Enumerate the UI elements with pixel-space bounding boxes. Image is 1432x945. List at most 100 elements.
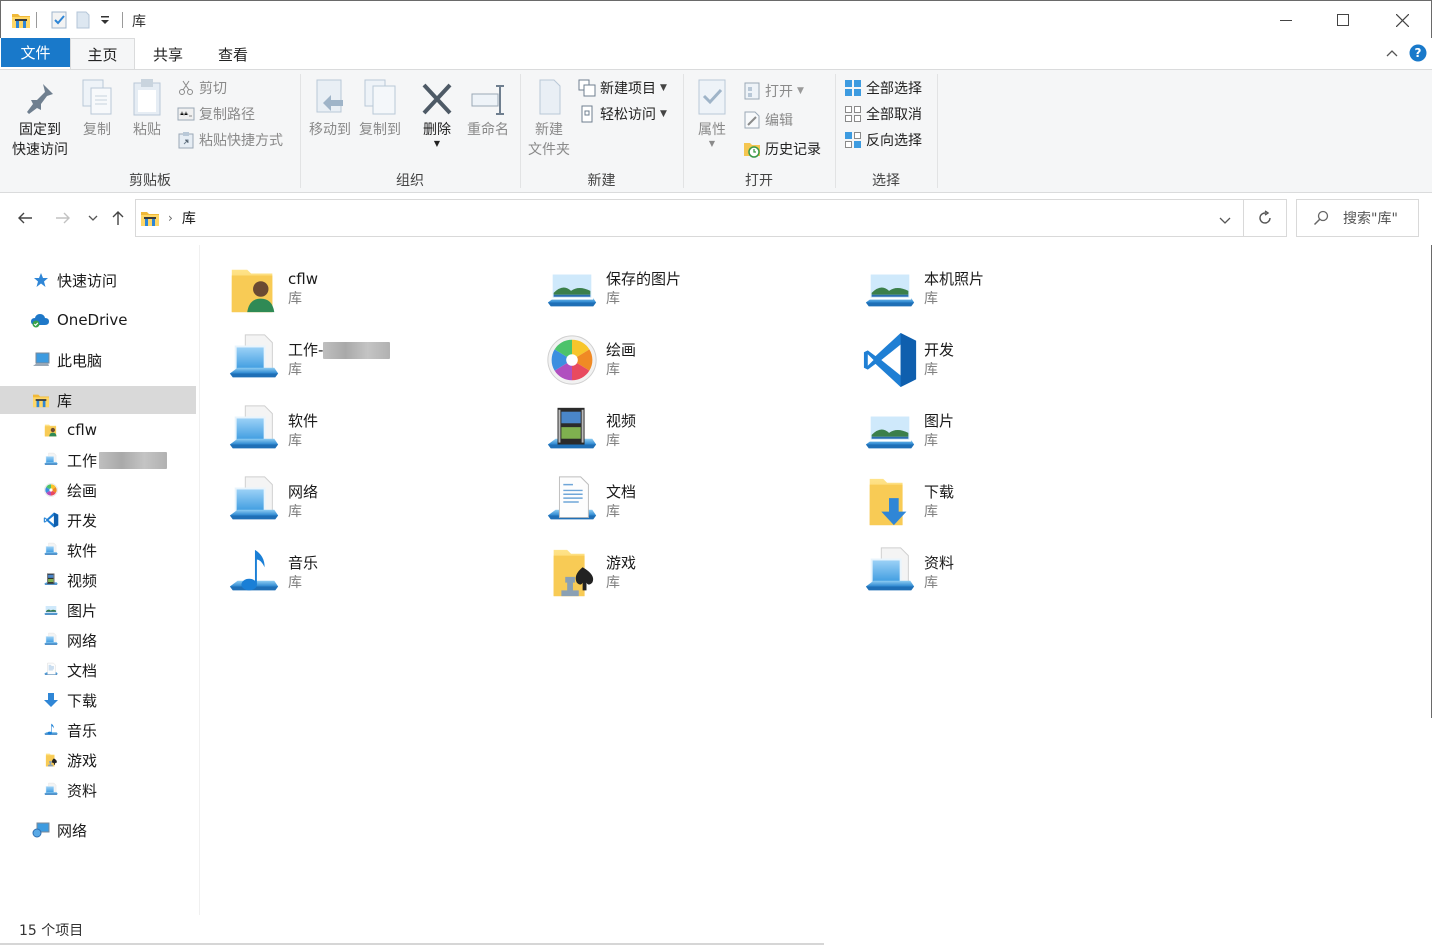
new-item-button[interactable]: 新建项目 ▼ (578, 76, 667, 100)
invert-selection-button[interactable]: 反向选择 (844, 128, 922, 152)
nav-library-materials[interactable]: 资料 (0, 776, 196, 804)
paste-shortcut-button[interactable]: 粘贴快捷方式 (177, 128, 283, 152)
library-name: 下载 (924, 483, 955, 501)
generic-library-icon (861, 543, 919, 603)
tab-share[interactable]: 共享 (139, 38, 197, 70)
nav-this-pc[interactable]: 此电脑 (0, 346, 196, 374)
help-button[interactable]: ? (1408, 43, 1428, 63)
rename-button[interactable]: 重命名 (463, 76, 513, 140)
tab-home[interactable]: 主页 (70, 38, 135, 70)
nav-library-cflw[interactable]: cflw (0, 416, 196, 444)
paste-shortcut-icon (177, 131, 195, 149)
library-type: 库 (924, 362, 938, 378)
tab-file[interactable]: 文件 (1, 38, 70, 67)
nav-onedrive[interactable]: OneDrive (0, 306, 196, 334)
search-box[interactable]: 搜索"库" (1296, 199, 1419, 237)
library-tile-music[interactable]: 音乐库 (225, 543, 535, 607)
group-label-new: 新建 (587, 173, 616, 189)
history-button[interactable]: 历史记录 (743, 137, 821, 161)
generic-library-icon (225, 401, 283, 461)
nav-library-painting[interactable]: 绘画 (0, 476, 196, 504)
qa-properties-icon[interactable] (50, 9, 68, 31)
qa-customize-chevron-icon[interactable] (99, 9, 111, 31)
nav-library-dev[interactable]: 开发 (0, 506, 196, 534)
forward-button[interactable] (51, 205, 75, 231)
new-folder-label-line1: 新建 (535, 122, 563, 138)
library-tile-videos[interactable]: 视频库 (543, 401, 853, 465)
library-tile-camera-roll[interactable]: 本机照片库 (861, 259, 1171, 323)
copy-to-button[interactable]: 复制到 (355, 76, 405, 140)
select-all-icon (844, 79, 862, 97)
new-folder-button[interactable]: 新建 文件夹 (524, 76, 574, 160)
libraries-view: cflw 库 保存的图片库 本机照片库 工作- 库 绘画库 开发库 软件库 视频库 … (200, 245, 1432, 915)
library-tile-network[interactable]: 网络库 (225, 472, 535, 536)
redacted-text (99, 451, 168, 469)
library-tile-software[interactable]: 软件库 (225, 401, 535, 465)
nav-library-videos[interactable]: 视频 (0, 566, 196, 594)
nav-library-downloads[interactable]: 下载 (0, 686, 196, 714)
recent-locations-chevron-icon[interactable] (83, 205, 103, 231)
paste-button[interactable]: 粘贴 (125, 76, 169, 140)
nav-libraries[interactable]: 库 (0, 386, 196, 414)
close-button[interactable] (1373, 1, 1431, 39)
library-tile-saved-pictures[interactable]: 保存的图片库 (543, 259, 853, 323)
library-type: 库 (606, 433, 620, 449)
cut-button[interactable]: 剪切 (177, 76, 227, 100)
history-icon (743, 140, 761, 158)
refresh-button[interactable] (1243, 199, 1287, 237)
nav-quick-access-label: 快速访问 (57, 271, 118, 290)
library-tile-painting[interactable]: 绘画库 (543, 330, 853, 394)
easy-access-button[interactable]: 轻松访问 ▼ (578, 102, 667, 126)
nav-library-network[interactable]: 网络 (0, 626, 196, 654)
copy-button[interactable]: 复制 (75, 76, 119, 140)
library-tile-materials[interactable]: 资料库 (861, 543, 1171, 607)
collapse-ribbon-chevron-icon[interactable] (1384, 43, 1400, 63)
library-tile-cflw[interactable]: cflw 库 (225, 259, 535, 323)
breadcrumb-libraries[interactable]: 库 (182, 208, 196, 228)
nav-library-pictures[interactable]: 图片 (0, 596, 196, 624)
library-name: 音乐 (288, 554, 319, 572)
open-button[interactable]: 打开 ▼ (743, 79, 804, 103)
library-tile-downloads[interactable]: 下载库 (861, 472, 1171, 536)
tab-view[interactable]: 查看 (204, 38, 262, 70)
nav-library-label: 工作 (67, 451, 98, 470)
move-to-label: 移动到 (309, 122, 351, 138)
address-bar[interactable]: › 库 (135, 199, 1244, 237)
library-tile-games[interactable]: 游戏库 (543, 543, 853, 607)
library-tile-pictures[interactable]: 图片库 (861, 401, 1171, 465)
breadcrumb-chevron-icon[interactable]: › (168, 211, 173, 225)
library-tile-work[interactable]: 工作- 库 (225, 330, 535, 394)
move-to-button[interactable]: 移动到 (305, 76, 355, 140)
network-icon (32, 821, 50, 839)
delete-button[interactable]: 删除 ▼ (417, 76, 457, 148)
nav-library-software[interactable]: 软件 (0, 536, 196, 564)
nav-library-music[interactable]: 音乐 (0, 716, 196, 744)
nav-library-games[interactable]: 游戏 (0, 746, 196, 774)
select-all-button[interactable]: 全部选择 (844, 76, 922, 100)
library-tile-documents[interactable]: 文档库 (543, 472, 853, 536)
address-history-chevron-icon[interactable] (1219, 213, 1231, 229)
pin-to-quick-access-button[interactable]: 固定到 快速访问 (8, 76, 72, 160)
nav-quick-access[interactable]: 快速访问 (0, 266, 196, 294)
back-button[interactable] (13, 205, 37, 231)
library-tile-dev[interactable]: 开发库 (861, 330, 1171, 394)
up-button[interactable] (106, 205, 130, 231)
documents-library-icon (543, 472, 601, 532)
move-to-icon (312, 76, 348, 116)
paste-label: 粘贴 (133, 122, 161, 138)
copy-to-label: 复制到 (359, 122, 401, 138)
qa-new-folder-icon[interactable] (75, 9, 91, 31)
window-folder-icon[interactable] (11, 9, 31, 31)
nav-network[interactable]: 网络 (0, 816, 196, 844)
downloads-folder-icon (861, 472, 919, 532)
edit-button[interactable]: 编辑 (743, 108, 793, 132)
minimize-button[interactable] (1257, 1, 1315, 39)
select-none-button[interactable]: 全部取消 (844, 102, 922, 126)
library-name: 文档 (606, 483, 637, 501)
properties-button[interactable]: 属性 ▼ (690, 76, 734, 148)
color-wheel-icon (543, 330, 601, 390)
copy-path-button[interactable]: 复制路径 (177, 102, 255, 126)
nav-library-documents[interactable]: 文档 (0, 656, 196, 684)
maximize-button[interactable] (1314, 1, 1372, 39)
nav-library-work[interactable]: 工作 (0, 446, 196, 474)
